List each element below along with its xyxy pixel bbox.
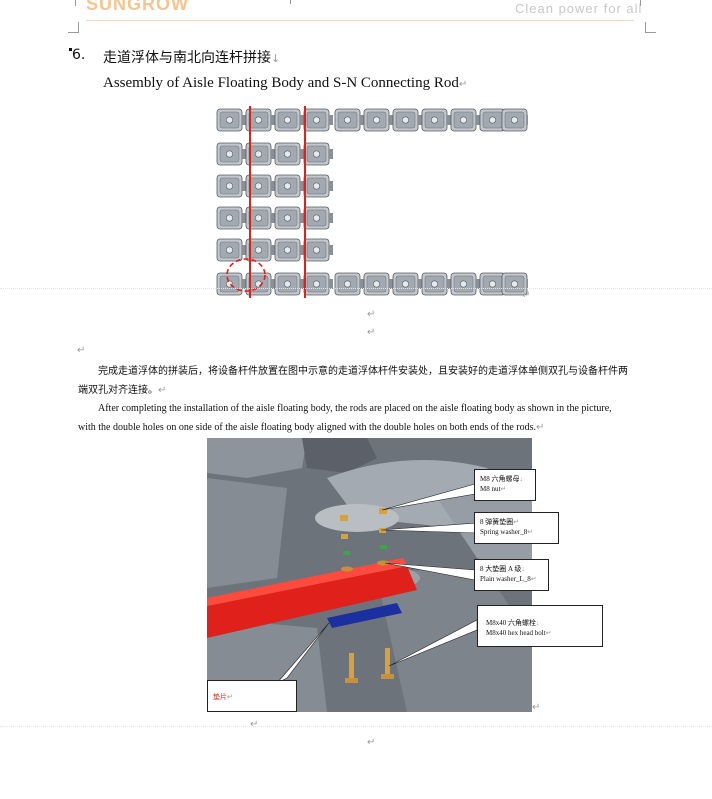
spring-washer-right	[379, 528, 386, 533]
ruler-tick-mid	[290, 0, 291, 4]
pilcrow-return-icon: ↵	[513, 518, 520, 526]
para-cn-line-1: 完成走道浮体的拼装后，将设备杆件放置在图中示意的走道浮体杆件安装处，且安装好的走…	[78, 362, 648, 381]
aisle-float-layout-figure	[216, 106, 528, 298]
pilcrow-return-icon: ↵	[545, 629, 552, 637]
callout-spring-washer-cn: 8 弹簧垫圈↵	[480, 517, 553, 527]
callout-pad: 垫片↵	[207, 680, 297, 712]
hex-bolt-left-head	[345, 678, 358, 683]
para-en-line-1: After completing the installation of the…	[78, 399, 658, 418]
para-cn-line-1-text: 完成走道浮体的拼装后，将设备杆件放置在图中示意的走道浮体杆件安装处，且安装好的走…	[98, 366, 628, 377]
float-row-1	[216, 108, 528, 132]
section-title-en-text: Assembly of Aisle Floating Body and S-N …	[103, 75, 459, 91]
pilcrow-return-icon: ↵	[530, 575, 537, 583]
pilcrow-return-icon: ↵	[458, 79, 468, 90]
callout-plain-washer-cn: 8 大垫圈 A 级↓	[480, 564, 543, 574]
empty-para-mark-4: ↵	[250, 719, 259, 730]
arrow-down-mark-icon: ↓	[271, 52, 281, 65]
float-row-3	[216, 174, 334, 198]
callout-spring-washer-en: Spring washer_8↵	[480, 527, 553, 537]
para-cn-line-2: 端双孔对齐连接。↵	[78, 381, 648, 400]
instruction-paragraph-cn: 完成走道浮体的拼装后，将设备杆件放置在图中示意的走道浮体杆件安装处，且安装好的走…	[78, 362, 648, 400]
pilcrow-return-icon: ↵	[500, 485, 507, 493]
callout-plain-washer-en: Plain washer_L_8↵	[480, 574, 543, 584]
float-row-2	[216, 142, 334, 166]
callout-m8-nut-en-text: M8 nut	[480, 485, 501, 493]
callout-pad-cn-text: 垫片	[213, 693, 227, 701]
para-cn-line-2-text: 端双孔对齐连接。	[78, 385, 158, 396]
callout-hex-bolt-cn-text: M8x40 六角螺栓	[486, 619, 536, 627]
empty-para-mark-1: ↵	[367, 309, 376, 320]
callout-m8-nut-cn-text: M8 六角螺母	[480, 475, 520, 483]
callout-m8-nut-en: M8 nut↵	[480, 484, 530, 494]
empty-para-mark-5: ↵	[367, 737, 376, 748]
callout-m8-nut: M8 六角螺母↓ M8 nut↵	[474, 469, 536, 501]
pilcrow-return-icon: ↵	[227, 693, 233, 701]
hex-bolt-right-head	[381, 674, 394, 679]
section-title-en: Assembly of Aisle Floating Body and S-N …	[103, 75, 467, 92]
callout-spring-washer-en-text: Spring washer_8	[480, 528, 528, 536]
crop-mark-top-left	[68, 22, 79, 33]
dotted-guide-2	[0, 726, 712, 728]
instruction-paragraph-en: After completing the installation of the…	[78, 399, 658, 437]
callout-hex-bolt-cn: M8x40 六角螺栓↓	[486, 618, 597, 628]
section-title-cn-text: 走道浮体与南北向连杆拼接	[103, 50, 271, 66]
ruler-tick-right	[640, 0, 641, 6]
figure1-return-mark: ↵	[522, 290, 531, 301]
float-row-5	[216, 238, 334, 262]
empty-para-mark-2: ↵	[367, 327, 376, 338]
green-washer-right	[380, 545, 387, 549]
callout-plain-washer-cn-text: 8 大垫圈 A 级	[480, 565, 522, 573]
callout-plain-washer-en-text: Plain washer_L_8	[480, 575, 531, 583]
callout-plain-washer: 8 大垫圈 A 级↓ Plain washer_L_8↵	[474, 559, 549, 591]
company-logo: SUNGROW	[86, 0, 189, 14]
figure2-return-mark: ↵	[532, 702, 541, 713]
hex-bolt-right	[385, 648, 390, 676]
ruler-tick-left	[75, 0, 76, 6]
arrow-down-mark-icon: ↓	[535, 619, 540, 627]
para-en-line-1-text: After completing the installation of the…	[98, 403, 612, 414]
arrow-down-mark-icon: ↓	[521, 565, 525, 573]
para-en-line-2-text: with the double holes on one side of the…	[78, 422, 536, 433]
hex-bolt-left	[349, 653, 354, 681]
callout-m8-nut-cn: M8 六角螺母↓	[480, 474, 530, 484]
arrow-down-mark-icon: ↓	[519, 475, 523, 483]
callout-spring-washer-cn-text: 8 弹簧垫圈	[480, 518, 514, 526]
section-number: 6.	[72, 47, 86, 63]
nut-top-left	[340, 515, 348, 521]
section-title-cn: 走道浮体与南北向连杆拼接↓	[103, 47, 280, 67]
pilcrow-return-icon: ↵	[527, 528, 534, 536]
green-washer-left	[343, 551, 350, 555]
plain-washer-left	[341, 566, 353, 572]
float-row-4	[216, 206, 334, 230]
spring-washer-left	[341, 534, 348, 539]
callout-hex-bolt: M8x40 六角螺栓↓ M8x40 hex head bolt↵	[477, 605, 603, 647]
callout-spring-washer: 8 弹簧垫圈↵ Spring washer_8↵	[474, 512, 559, 544]
callout-hex-bolt-en-text: M8x40 hex head bolt	[486, 629, 546, 637]
dotted-guide-1	[0, 288, 712, 290]
crop-mark-top-right	[645, 22, 656, 33]
callout-hex-bolt-en: M8x40 hex head bolt↵	[486, 628, 597, 638]
pilcrow-return-icon: ↵	[158, 385, 167, 396]
empty-para-mark-3: ↵	[77, 345, 86, 356]
pilcrow-return-icon: ↵	[535, 422, 545, 433]
para-en-line-2: with the double holes on one side of the…	[78, 418, 658, 437]
header-rule	[86, 20, 634, 21]
float-row-6	[216, 272, 528, 296]
header-slogan: Clean power for all	[515, 1, 643, 16]
